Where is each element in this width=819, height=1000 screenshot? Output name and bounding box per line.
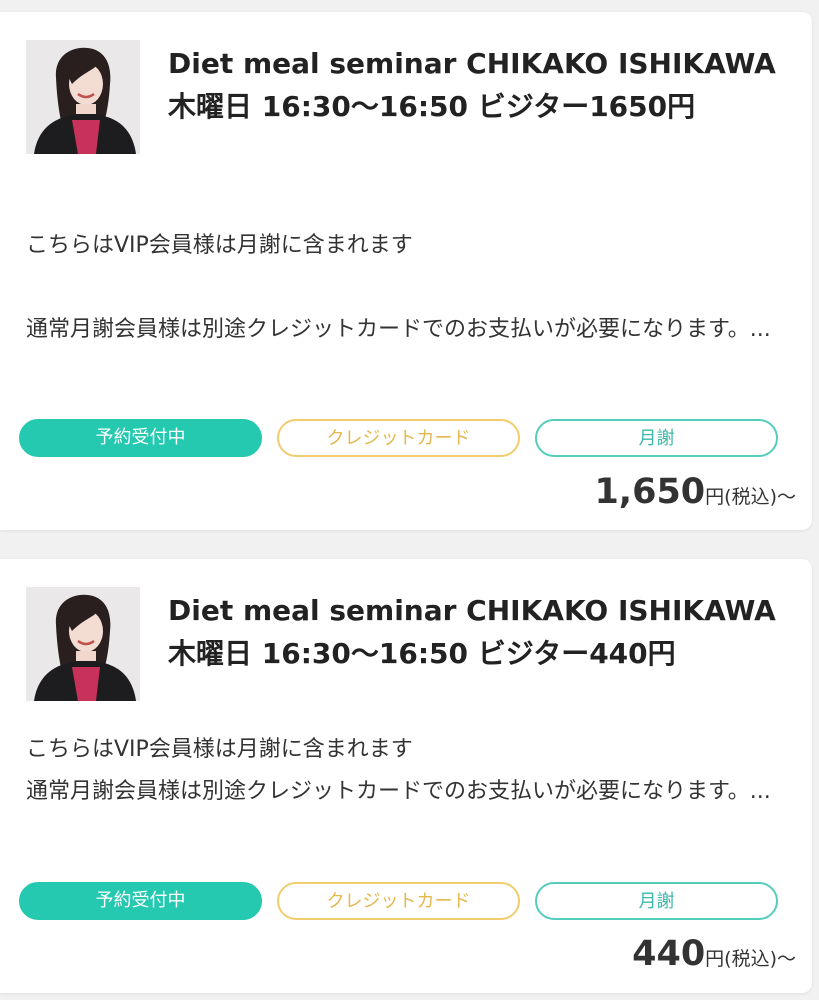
price-amount: 1,650 (594, 472, 706, 512)
price: 1,650円(税込)〜 (594, 472, 796, 512)
instructor-photo (26, 40, 140, 154)
description-line: こちらはVIP会員様は月謝に含まれます (26, 233, 413, 258)
status-badge: 予約受付中 (19, 419, 262, 457)
payment-method-badge: クレジットカード (277, 882, 520, 920)
monthly-fee-badge: 月謝 (535, 882, 778, 920)
course-card[interactable]: Diet meal seminar CHIKAKO ISHIKAWA 木曜日 1… (0, 559, 812, 993)
monthly-fee-badge: 月謝 (535, 419, 778, 457)
description-line: 通常月謝会員様は別途クレジットカードでのお支払いが必要になります。... (26, 317, 771, 342)
price-unit: 円(税込)〜 (705, 948, 796, 970)
course-card[interactable]: Diet meal seminar CHIKAKO ISHIKAWA 木曜日 1… (0, 12, 812, 530)
payment-method-badge: クレジットカード (277, 419, 520, 457)
status-badge: 予約受付中 (19, 882, 262, 920)
price: 440円(税込)〜 (632, 934, 796, 974)
price-unit: 円(税込)〜 (705, 486, 796, 508)
instructor-photo (26, 587, 140, 701)
description-line: こちらはVIP会員様は月謝に含まれます (26, 737, 413, 762)
price-amount: 440 (632, 934, 706, 974)
course-description: こちらはVIP会員様は月謝に含まれます 通常月謝会員様は別途クレジットカードでの… (26, 225, 796, 351)
course-title: Diet meal seminar CHIKAKO ISHIKAWA 木曜日 1… (168, 594, 776, 670)
description-line: 通常月謝会員様は別途クレジットカードでのお支払いが必要になります。... (26, 779, 771, 804)
course-description: こちらはVIP会員様は月謝に含まれます 通常月謝会員様は別途クレジットカードでの… (26, 729, 796, 813)
course-title: Diet meal seminar CHIKAKO ISHIKAWA 木曜日 1… (168, 47, 776, 123)
